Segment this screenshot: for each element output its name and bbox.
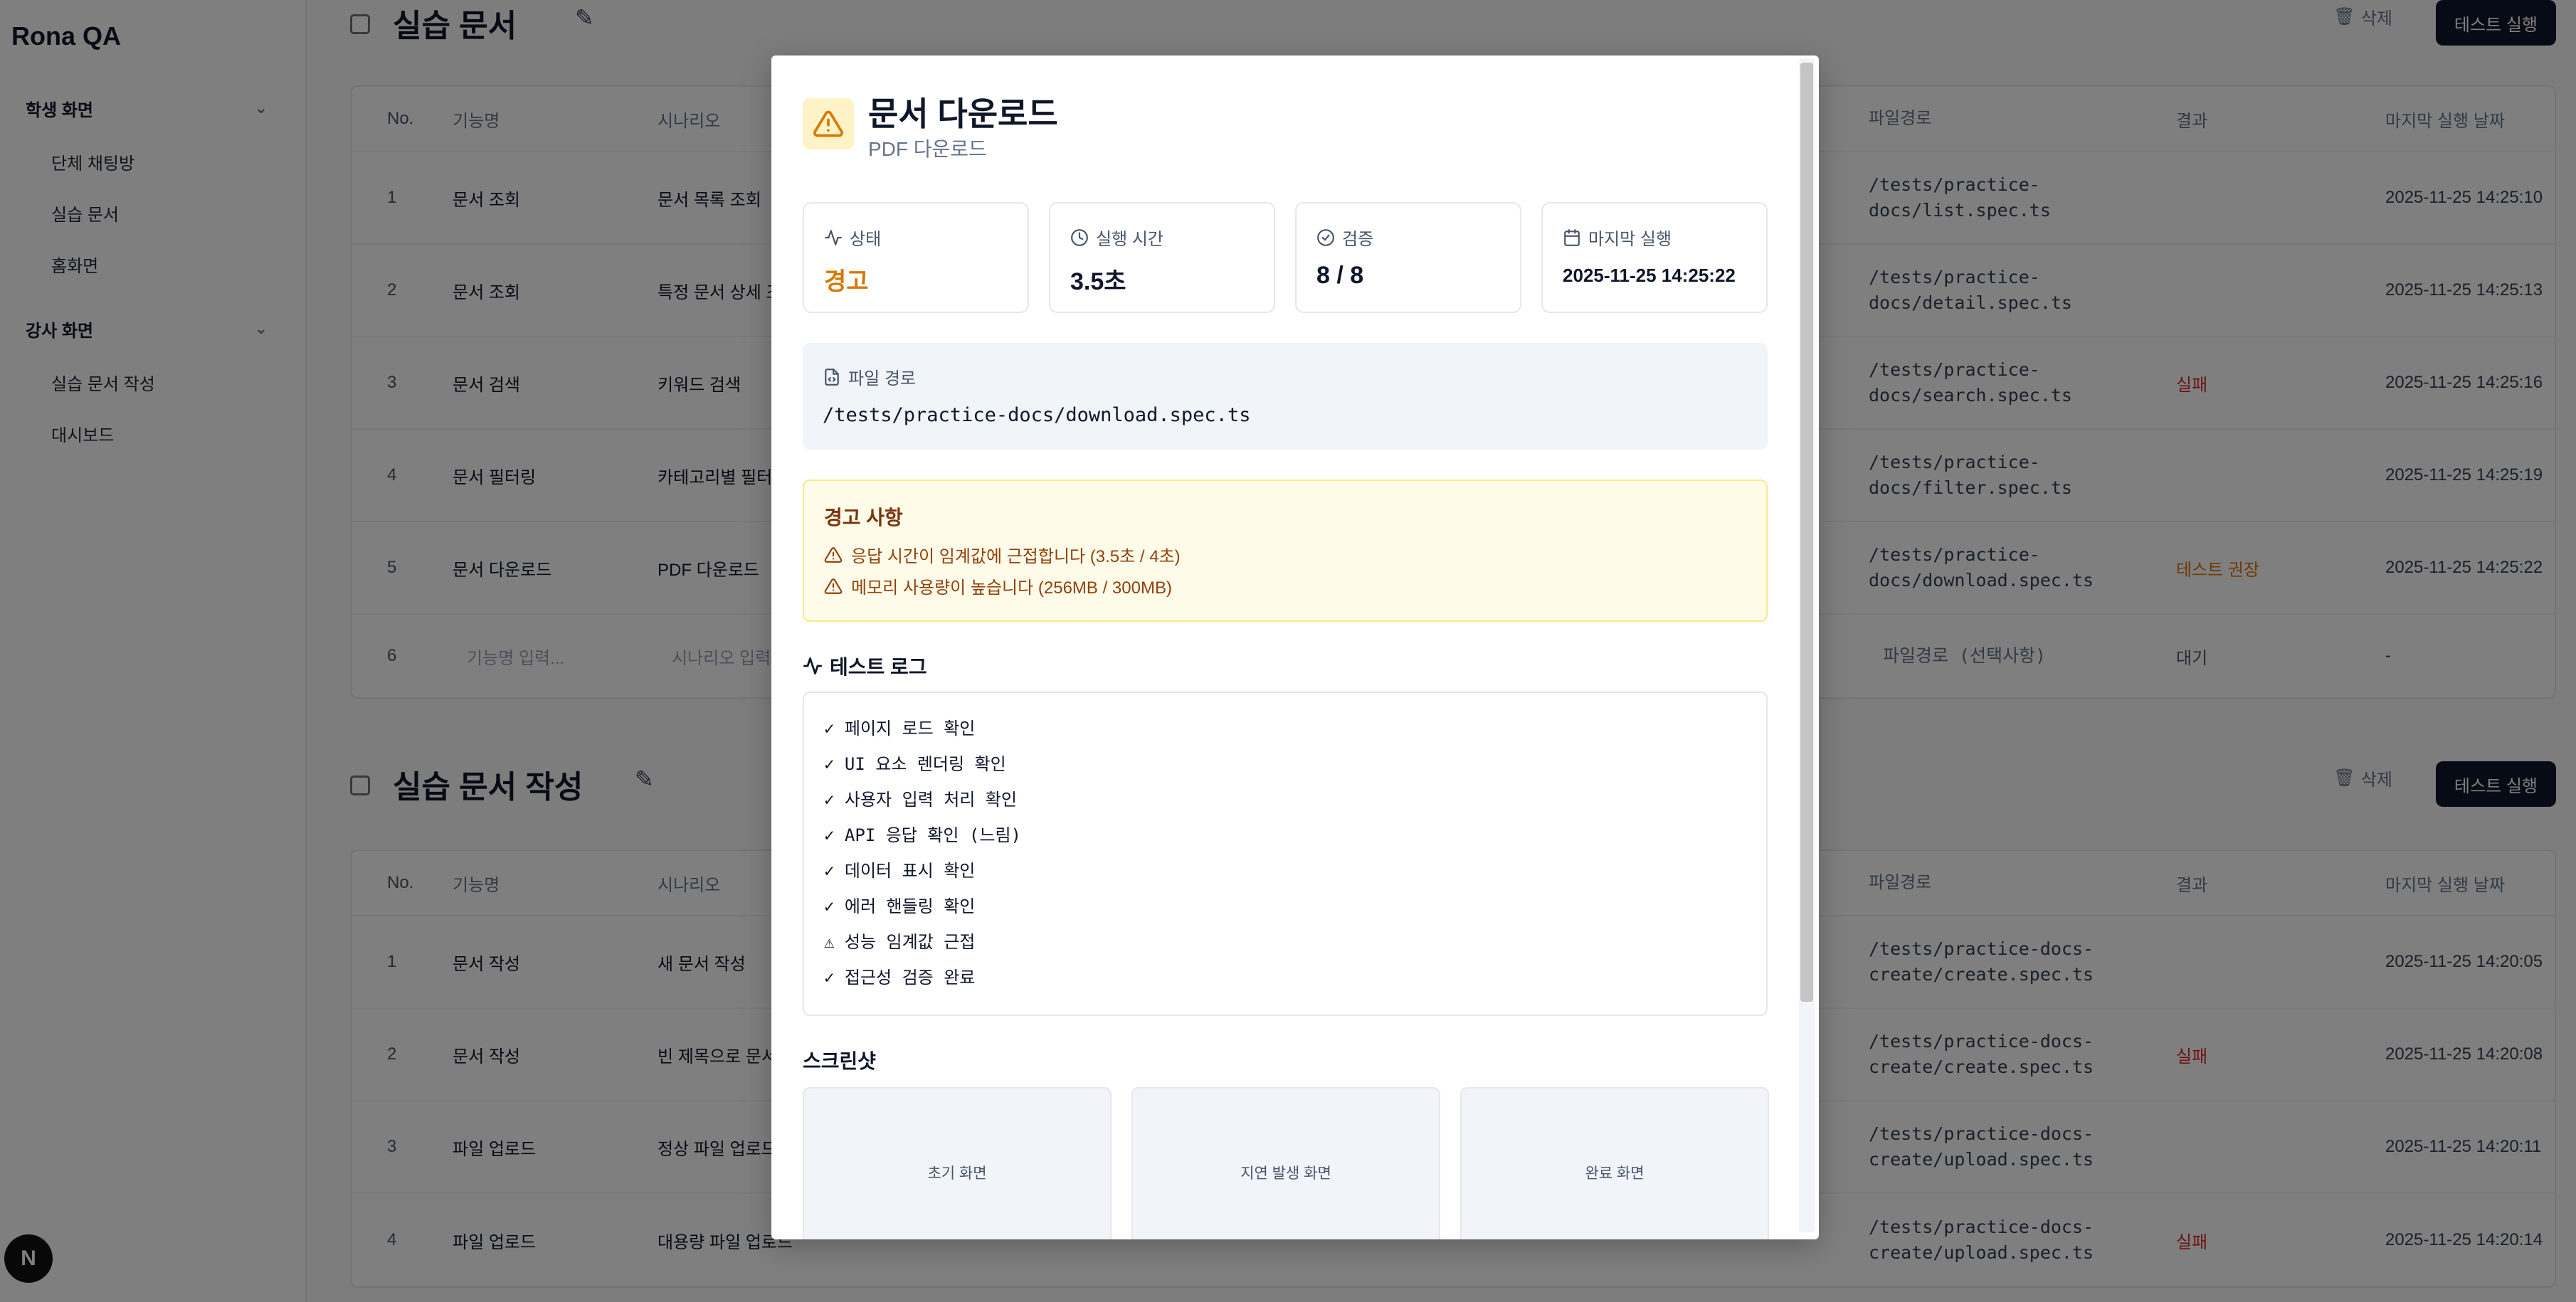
warning-text: 메모리 사용량이 높습니다 (256MB / 300MB)	[851, 578, 1172, 598]
log-line: ✓ UI 요소 렌더링 확인	[824, 754, 1006, 774]
stat-label-text: 실행 시간	[1096, 230, 1163, 249]
activity-icon	[825, 229, 842, 245]
stat-label: 실행 시간	[1070, 225, 1163, 250]
log-line: ✓ 접근성 검증 완료	[824, 968, 976, 988]
stat-value: 3.5초	[1070, 268, 1126, 295]
file-code-icon	[825, 368, 839, 386]
warning-item: 응답 시간이 임계값에 근접합니다 (3.5초 / 4초)	[824, 542, 1181, 567]
calendar-icon	[1564, 228, 1580, 246]
stat-label: 검증	[1316, 225, 1373, 250]
stat-value: 8 / 8	[1316, 262, 1364, 289]
file-path-label: 파일 경로	[823, 364, 916, 389]
activity-icon	[803, 657, 823, 674]
alert-triangle-icon	[824, 578, 843, 594]
screenshot-thumbnail[interactable]: 완료 화면	[1460, 1087, 1769, 1239]
log-section-title: 테스트 로그	[803, 652, 927, 680]
stat-label: 상태	[824, 225, 881, 250]
modal-subtitle: PDF 다운로드	[868, 138, 987, 160]
stat-label-text: 검증	[1342, 230, 1374, 249]
warning-icon	[803, 98, 854, 149]
stat-value: 2025-11-25 14:25:22	[1563, 265, 1736, 286]
screenshots-title: 스크린샷	[803, 1050, 877, 1072]
stat-label-text: 상태	[850, 230, 882, 249]
test-log-box: ✓ 페이지 로드 확인 ✓ UI 요소 렌더링 확인 ✓ 사용자 입력 처리 확…	[803, 692, 1768, 1016]
stat-card-status: 상태 경고	[803, 202, 1029, 313]
log-line: ⚠ 성능 임계값 근접	[824, 932, 976, 952]
log-title-text: 테스트 로그	[830, 656, 927, 678]
log-line: ✓ 페이지 로드 확인	[824, 719, 976, 739]
log-line: ✓ 사용자 입력 처리 확인	[824, 790, 1017, 810]
stat-card-verification: 검증 8 / 8	[1295, 202, 1521, 313]
stat-card-last-run: 마지막 실행 2025-11-25 14:25:22	[1541, 202, 1768, 313]
screenshot-thumbnail[interactable]: 지연 발생 화면	[1131, 1087, 1440, 1239]
file-path-label-text: 파일 경로	[848, 369, 916, 388]
warnings-box: 경고 사항 응답 시간이 임계값에 근접합니다 (3.5초 / 4초) 메모리 …	[803, 480, 1768, 622]
screenshot-thumbnail[interactable]: 초기 화면	[803, 1087, 1112, 1239]
log-line: ✓ 에러 핸들링 확인	[824, 896, 976, 916]
warning-item: 메모리 사용량이 높습니다 (256MB / 300MB)	[824, 573, 1172, 598]
alert-triangle-icon	[824, 546, 843, 563]
scrollbar-thumb[interactable]	[1800, 63, 1813, 1002]
log-line: ✓ API 응답 확인 (느림)	[824, 825, 1021, 845]
log-line: ✓ 데이터 표시 확인	[824, 861, 976, 881]
file-path-box: 파일 경로 /tests/practice-docs/download.spec…	[803, 343, 1768, 450]
check-circle-icon	[1317, 228, 1334, 246]
file-path-value: /tests/practice-docs/download.spec.ts	[823, 404, 1251, 426]
modal-scrollbar[interactable]	[1799, 58, 1815, 1232]
stat-card-duration: 실행 시간 3.5초	[1049, 202, 1275, 313]
stat-label-text: 마지막 실행	[1588, 230, 1672, 249]
clock-icon	[1071, 228, 1088, 246]
warning-text: 응답 시간이 임계값에 근접합니다 (3.5초 / 4초)	[851, 547, 1181, 566]
test-detail-modal: 문서 다운로드 PDF 다운로드 상태 경고 실행 시간 3.5초 검증 8 /…	[771, 55, 1819, 1239]
warnings-title: 경고 사항	[824, 507, 903, 529]
stat-label: 마지막 실행	[1563, 225, 1672, 250]
stat-value: 경고	[824, 268, 869, 295]
modal-title: 문서 다운로드	[868, 95, 1058, 132]
